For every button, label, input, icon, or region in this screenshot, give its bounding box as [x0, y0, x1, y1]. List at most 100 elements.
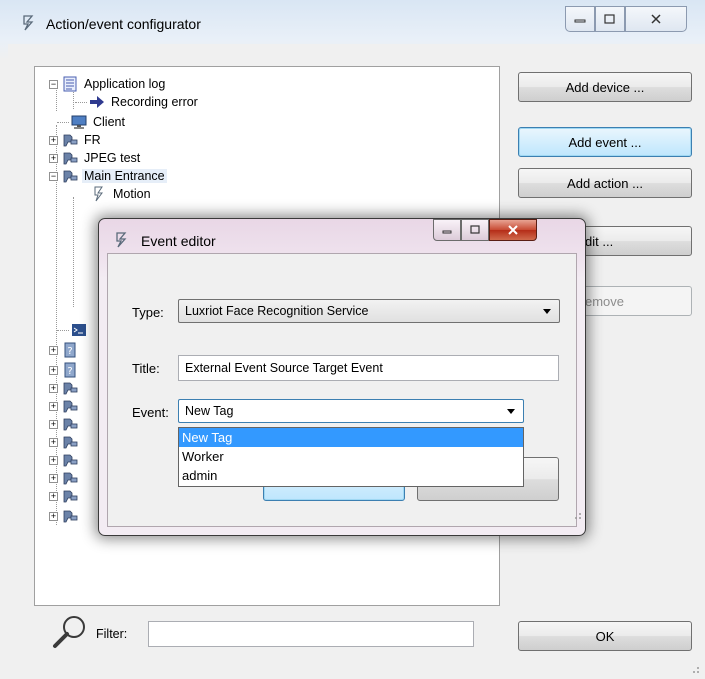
maximize-icon — [470, 225, 480, 234]
question-icon: ? — [64, 362, 76, 378]
ok-button[interactable]: OK — [518, 621, 692, 651]
expand-icon[interactable]: + — [49, 419, 58, 429]
camera-icon — [63, 418, 78, 431]
console-icon — [72, 324, 86, 336]
add-device-button[interactable]: Add device ... — [518, 72, 692, 102]
tree-item-client[interactable]: Client — [57, 113, 127, 131]
add-event-button[interactable]: Add event ... — [518, 127, 692, 157]
expand-icon[interactable]: + — [49, 491, 58, 501]
tree-item-fr[interactable]: + FR — [49, 131, 103, 149]
tree-item-application-log[interactable]: − Application log — [49, 75, 167, 93]
dropdown-option[interactable]: admin — [179, 466, 523, 485]
tree-item-camera-e[interactable]: + — [49, 451, 82, 469]
expand-icon[interactable]: + — [49, 383, 58, 393]
search-icon — [53, 616, 85, 648]
close-icon — [508, 225, 518, 235]
caption-buttons — [565, 6, 705, 34]
svg-text:?: ? — [67, 366, 72, 377]
expand-icon[interactable]: + — [49, 511, 58, 521]
camera-icon — [63, 510, 78, 523]
question-icon: ? — [64, 342, 76, 358]
type-select[interactable]: Luxriot Face Recognition Service — [178, 299, 560, 323]
tree-item-camera-h[interactable]: + — [49, 507, 82, 525]
close-button[interactable] — [625, 6, 687, 32]
dialog-title: Event editor — [141, 233, 216, 249]
tree-label: JPEG test — [84, 151, 141, 165]
camera-icon — [63, 490, 78, 503]
tree-item-camera-b[interactable]: + — [49, 397, 82, 415]
tree-item-camera-g[interactable]: + — [49, 487, 82, 505]
tree-item-motion[interactable]: Motion — [91, 185, 153, 203]
maximize-button[interactable] — [595, 6, 625, 32]
tree-label: Motion — [113, 187, 151, 201]
tree-label: FR — [84, 133, 101, 147]
add-action-button[interactable]: Add action ... — [518, 168, 692, 198]
camera-icon — [63, 400, 78, 413]
tree-item-main-entrance[interactable]: − Main Entrance — [49, 167, 167, 185]
window-title: Action/event configurator — [46, 16, 201, 32]
tree-connector — [57, 121, 69, 123]
event-dropdown-list[interactable]: New Tag Worker admin — [178, 427, 524, 487]
event-label: Event: — [132, 405, 169, 420]
dropdown-option[interactable]: Worker — [179, 447, 523, 466]
tree-label: Main Entrance — [82, 169, 167, 183]
dropdown-option[interactable]: New Tag — [179, 428, 523, 447]
expand-icon[interactable]: + — [49, 153, 58, 163]
tree-item-unknown-1[interactable]: + ? — [49, 341, 82, 359]
event-select[interactable]: New Tag — [178, 399, 524, 423]
arrow-right-icon — [90, 96, 104, 108]
tree-item-script[interactable] — [57, 321, 91, 339]
close-icon — [651, 14, 661, 24]
type-label: Type: — [132, 305, 164, 320]
tree-connector — [57, 329, 69, 331]
tree-item-jpeg-test[interactable]: + JPEG test — [49, 149, 142, 167]
camera-icon — [63, 454, 78, 467]
expand-icon[interactable]: + — [49, 365, 58, 375]
camera-icon — [63, 152, 78, 165]
minimize-icon — [442, 230, 452, 234]
title-input[interactable]: External Event Source Target Event — [178, 355, 559, 381]
tree-item-unknown-2[interactable]: + ? — [49, 361, 82, 379]
title-bar[interactable]: Action/event configurator — [0, 0, 705, 44]
minimize-icon — [574, 19, 586, 23]
expand-icon[interactable]: + — [49, 473, 58, 483]
lightning-icon — [116, 232, 127, 248]
collapse-icon[interactable]: − — [49, 79, 58, 89]
svg-text:?: ? — [67, 346, 72, 357]
maximize-icon — [604, 14, 615, 24]
tree-item-camera-f[interactable]: + — [49, 469, 82, 487]
resize-grip-icon[interactable] — [572, 510, 582, 520]
tree-item-recording-error[interactable]: Recording error — [75, 93, 200, 111]
expand-icon[interactable]: + — [49, 455, 58, 465]
tree-label: Client — [93, 115, 125, 129]
expand-icon[interactable]: + — [49, 135, 58, 145]
tree-connector — [75, 101, 87, 103]
camera-icon — [63, 472, 78, 485]
log-icon — [63, 76, 77, 92]
collapse-icon[interactable]: − — [49, 171, 58, 181]
dialog-minimize-button[interactable] — [433, 219, 461, 241]
minimize-button[interactable] — [565, 6, 595, 32]
expand-icon[interactable]: + — [49, 401, 58, 411]
dialog-caption-buttons — [433, 219, 537, 241]
filter-input[interactable] — [148, 621, 474, 647]
resize-grip-icon[interactable] — [690, 664, 700, 674]
type-select-value: Luxriot Face Recognition Service — [185, 304, 369, 318]
filter-label: Filter: — [96, 627, 128, 641]
tree-item-camera-c[interactable]: + — [49, 415, 82, 433]
camera-icon — [63, 134, 78, 147]
tree-item-camera-d[interactable]: + — [49, 433, 82, 451]
tree-line — [73, 197, 74, 307]
chevron-down-icon — [543, 309, 551, 314]
camera-icon — [63, 170, 78, 183]
event-icon — [94, 186, 103, 202]
camera-icon — [63, 436, 78, 449]
monitor-icon — [71, 115, 87, 129]
dialog-maximize-button[interactable] — [461, 219, 489, 241]
tree-item-camera-a[interactable]: + — [49, 379, 82, 397]
expand-icon[interactable]: + — [49, 345, 58, 355]
dialog-close-button[interactable] — [489, 219, 537, 241]
tree-label: Recording error — [111, 95, 198, 109]
expand-icon[interactable]: + — [49, 437, 58, 447]
event-select-value: New Tag — [185, 404, 234, 418]
